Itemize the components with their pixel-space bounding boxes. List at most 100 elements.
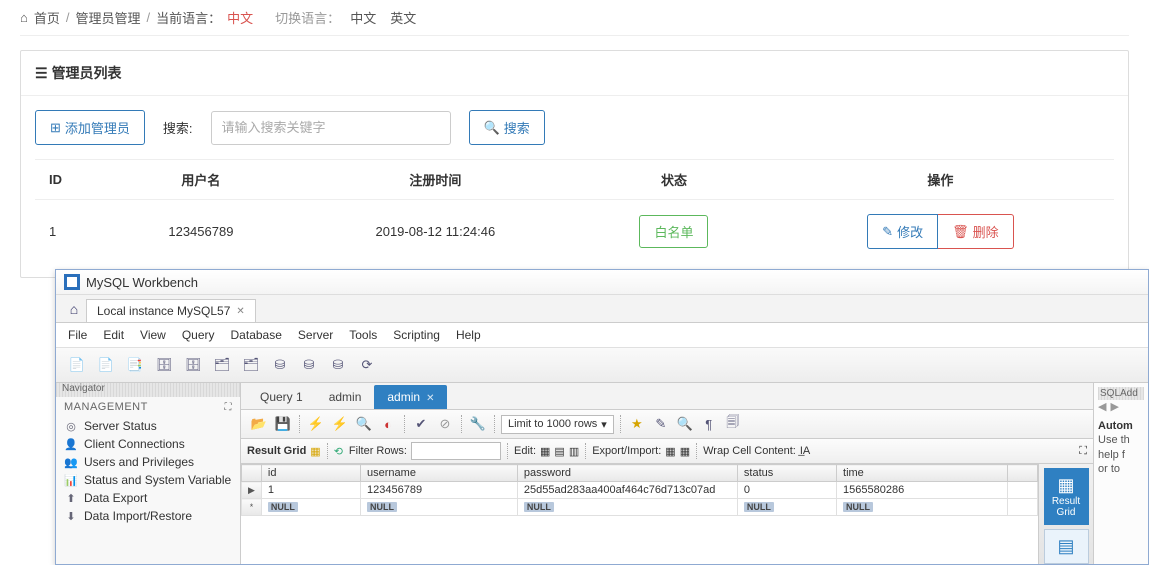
table-row: 1 123456789 2019-08-12 11:24:46 白名单 ✎修改 …: [35, 200, 1114, 264]
search-button[interactable]: 🔍 搜索: [469, 110, 545, 145]
cell-password[interactable]: 25d55ad283aa400af464c76d713c07ad: [517, 482, 737, 499]
cell-username: 123456789: [112, 200, 289, 264]
explain-icon[interactable]: 🔍: [354, 414, 374, 434]
db-dashboard-icon[interactable]: 🗂: [211, 354, 233, 376]
new-sql-icon[interactable]: 📄: [66, 354, 88, 376]
edit-grid-icon[interactable]: ▦: [540, 445, 550, 458]
item-client-connections[interactable]: 👤Client Connections: [60, 435, 236, 453]
col-password[interactable]: password: [517, 465, 737, 482]
tab-admin-active[interactable]: admin ✕: [374, 385, 447, 409]
cell-ops: ✎修改 🗑删除: [767, 200, 1114, 264]
menu-view[interactable]: View: [140, 328, 166, 342]
edit-cell-icon[interactable]: ▥: [569, 445, 579, 458]
beautify-icon[interactable]: ✎: [651, 414, 671, 434]
cell-regtime: 2019-08-12 11:24:46: [290, 200, 581, 264]
wrap-icon[interactable]: I̲A: [800, 445, 810, 457]
filter-input[interactable]: [411, 442, 501, 460]
cell-status[interactable]: 0: [737, 482, 836, 499]
menu-file[interactable]: File: [68, 328, 87, 342]
db-model-icon[interactable]: ⛁: [298, 354, 320, 376]
rollback-icon[interactable]: ⊘: [435, 414, 455, 434]
expand-icon[interactable]: ⛶: [225, 402, 233, 413]
item-status-variables[interactable]: 📊Status and System Variable: [60, 471, 236, 489]
col-id[interactable]: id: [261, 465, 360, 482]
search-input[interactable]: [211, 111, 451, 145]
row-selector[interactable]: ▶: [242, 482, 262, 499]
side-tab-result-grid[interactable]: ▦ Result Grid: [1044, 468, 1089, 525]
lang-en[interactable]: 英文: [390, 8, 416, 27]
item-label: Data Export: [84, 491, 147, 505]
item-data-export[interactable]: ⬆Data Export: [60, 489, 236, 507]
export-grid-icon[interactable]: ▦: [665, 445, 675, 458]
plus-icon: ⊞: [50, 120, 61, 136]
find-icon[interactable]: 🔍: [675, 414, 695, 434]
app-logo-icon: [64, 274, 80, 290]
chevron-down-icon: ▾: [601, 418, 607, 431]
item-data-import[interactable]: ⬇Data Import/Restore: [60, 507, 236, 525]
refresh-icon[interactable]: ⟲: [334, 445, 343, 458]
cell-username[interactable]: 123456789: [361, 482, 518, 499]
tab-label: admin: [387, 390, 420, 404]
add-admin-button[interactable]: ⊞ 添加管理员: [35, 110, 145, 145]
auto-icon[interactable]: 🔧: [468, 414, 488, 434]
lang-cn[interactable]: 中文: [350, 8, 376, 27]
cell-time[interactable]: 1565580286: [837, 482, 1008, 499]
execute-current-icon[interactable]: ⚡: [330, 414, 350, 434]
edit-row-icon[interactable]: ▤: [554, 445, 564, 458]
save-icon[interactable]: 💾: [273, 414, 293, 434]
menu-edit[interactable]: Edit: [103, 328, 124, 342]
result-toolbar: Result Grid ▦ ⟲ Filter Rows: Edit: ▦ ▤ ▥…: [241, 439, 1093, 464]
menu-database[interactable]: Database: [231, 328, 282, 342]
data-row[interactable]: ▶ 1 123456789 25d55ad283aa400af464c76d71…: [242, 482, 1038, 499]
limit-dropdown[interactable]: Limit to 1000 rows▾: [501, 415, 614, 434]
snippets-icon[interactable]: 🗐: [723, 414, 743, 434]
row-header-corner: [242, 465, 262, 482]
import-icon: ⬇: [64, 509, 78, 523]
home-icon[interactable]: ⌂: [62, 297, 86, 321]
commit-icon[interactable]: ✔: [411, 414, 431, 434]
db-refresh-icon[interactable]: ⟳: [356, 354, 378, 376]
forward-icon[interactable]: ▶: [1110, 400, 1118, 413]
db-schema2-icon[interactable]: 🗄: [182, 354, 204, 376]
menu-tools[interactable]: Tools: [349, 328, 377, 342]
line-icon[interactable]: ¶: [699, 414, 719, 434]
favorite-icon[interactable]: ★: [627, 414, 647, 434]
execute-icon[interactable]: ⚡: [306, 414, 326, 434]
db-inspect-icon[interactable]: 🗂: [240, 354, 262, 376]
close-icon[interactable]: ✕: [426, 393, 434, 404]
tab-query1[interactable]: Query 1: [247, 385, 316, 409]
back-icon[interactable]: ◀: [1098, 400, 1106, 413]
new-row-selector[interactable]: *: [242, 499, 262, 516]
close-icon[interactable]: ✕: [236, 306, 244, 317]
edit-button[interactable]: ✎修改: [867, 214, 938, 249]
side-tab-form[interactable]: ▤: [1044, 529, 1089, 564]
main-toolbar: 📄 📄 📑 🗄 🗄 🗂 🗂 ⛁ ⛁ ⛁ ⟳: [56, 348, 1148, 383]
cell-id[interactable]: 1: [261, 482, 360, 499]
crumb-home[interactable]: 首页: [34, 8, 60, 27]
open-icon[interactable]: 📂: [249, 414, 269, 434]
tab-admin[interactable]: admin: [316, 385, 375, 409]
menu-server[interactable]: Server: [298, 328, 333, 342]
menu-query[interactable]: Query: [182, 328, 215, 342]
col-status[interactable]: status: [737, 465, 836, 482]
item-server-status[interactable]: ◎Server Status: [60, 417, 236, 435]
db-migrate-icon[interactable]: ⛁: [269, 354, 291, 376]
connection-tab[interactable]: Local instance MySQL57 ✕: [86, 299, 256, 322]
new-row[interactable]: * NULL NULL NULL NULL NULL: [242, 499, 1038, 516]
expand-result-icon[interactable]: ⛶: [1079, 445, 1087, 458]
crumb-admin-mgmt[interactable]: 管理员管理: [76, 8, 141, 27]
menu-scripting[interactable]: Scripting: [393, 328, 440, 342]
open-sql-icon[interactable]: 📑: [124, 354, 146, 376]
grid-icon[interactable]: ▦: [310, 445, 320, 458]
add-admin-label: 添加管理员: [65, 118, 130, 137]
stop-icon[interactable]: ◐: [378, 414, 398, 434]
item-users-privileges[interactable]: 👥Users and Privileges: [60, 453, 236, 471]
col-time[interactable]: time: [837, 465, 1008, 482]
import-grid-icon[interactable]: ▦: [680, 445, 690, 458]
db-schema-icon[interactable]: 🗄: [153, 354, 175, 376]
delete-button[interactable]: 🗑删除: [938, 214, 1014, 249]
col-username[interactable]: username: [361, 465, 518, 482]
new-sql2-icon[interactable]: 📄: [95, 354, 117, 376]
menu-help[interactable]: Help: [456, 328, 481, 342]
db-reverse-icon[interactable]: ⛁: [327, 354, 349, 376]
